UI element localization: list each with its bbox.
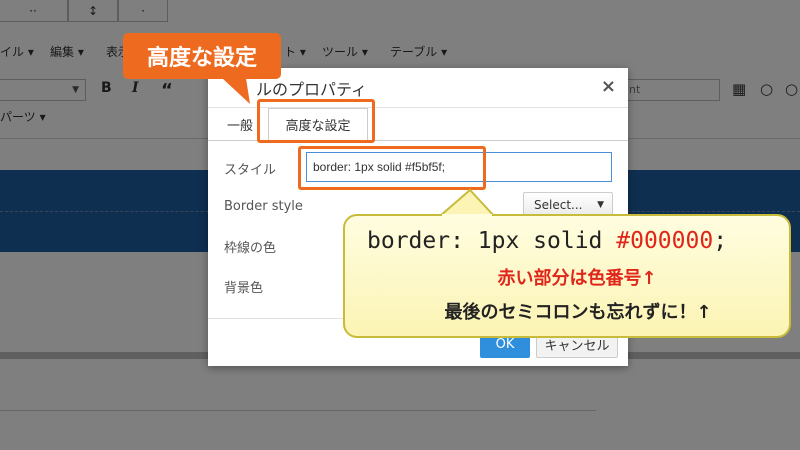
close-icon[interactable]: × — [601, 76, 616, 97]
style-label: スタイル — [224, 163, 277, 178]
tip-callout: border: 1px solid #000000; 赤い部分は色番号↑ 最後の… — [343, 214, 791, 338]
code-color-value: #000000 — [616, 228, 714, 254]
input-highlight-box — [298, 146, 486, 190]
border-style-select-value: Select... — [534, 198, 583, 212]
chevron-down-icon: ▼ — [597, 200, 604, 210]
code-prefix: border: 1px solid — [367, 228, 617, 254]
color-code-note: 赤い部分は色番号↑ — [497, 268, 657, 289]
border-color-label: 枠線の色 — [224, 241, 277, 256]
css-code-example: border: 1px solid #000000; — [367, 228, 727, 254]
dialog-title: ルのプロパティ — [256, 80, 368, 99]
border-style-label: Border style — [224, 199, 303, 214]
background-color-label: 背景色 — [224, 281, 264, 296]
semicolon-note: 最後のセミコロンも忘れずに！↑ — [444, 302, 712, 323]
tab-highlight-box — [257, 99, 375, 143]
advanced-settings-badge: 高度な設定 — [123, 33, 281, 79]
code-semicolon: ; — [713, 228, 728, 254]
